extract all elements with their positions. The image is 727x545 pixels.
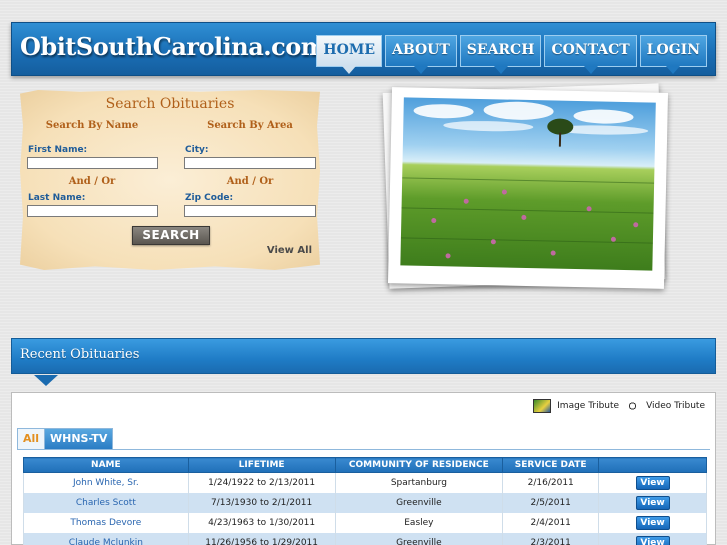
zip-code-input[interactable] [184, 205, 316, 217]
column-action [598, 457, 707, 473]
recent-obituaries-bar: Recent Obituaries [11, 338, 716, 386]
last-name-label: Last Name: [28, 193, 86, 203]
nav-home[interactable]: HOME [316, 35, 382, 74]
row-service-date: 2/3/2011 [502, 532, 600, 545]
video-tribute-icon [625, 399, 641, 413]
row-lifetime: 4/23/1963 to 1/30/2011 [187, 512, 336, 533]
search-panel: Search Obituaries Search By Name Search … [20, 90, 320, 270]
recent-obituaries-title: Recent Obituaries [20, 347, 140, 362]
row-name[interactable]: Charles Scott [23, 492, 189, 513]
search-title: Search Obituaries [105, 96, 235, 112]
row-service-date: 2/5/2011 [502, 492, 600, 513]
main-nav: HOME ABOUT SEARCH CONTACT LOGIN [316, 35, 707, 74]
featured-photo [387, 87, 669, 289]
first-name-input[interactable] [27, 157, 158, 169]
column-service-date: SERVICE DATE [502, 457, 600, 473]
video-tribute-label: Video Tribute [646, 401, 705, 411]
row-name[interactable]: John White, Sr. [23, 472, 189, 493]
view-all-link[interactable]: View All [267, 245, 312, 256]
table-row: John White, Sr. 1/24/1922 to 2/13/2011 S… [23, 472, 707, 493]
row-community: Greenville [334, 492, 504, 513]
column-lifetime: LIFETIME [187, 457, 336, 473]
row-community: Greenville [334, 532, 504, 545]
row-lifetime: 11/26/1956 to 1/29/2011 [187, 532, 336, 545]
row-name[interactable]: Thomas Devore [23, 512, 189, 533]
view-button[interactable]: View [635, 515, 670, 530]
row-service-date: 2/16/2011 [502, 472, 600, 493]
nav-contact[interactable]: CONTACT [544, 35, 637, 74]
tribute-legend: Image Tribute Video Tribute [533, 399, 705, 413]
view-button[interactable]: View [635, 535, 670, 545]
search-button[interactable]: SEARCH [132, 226, 210, 245]
row-action-cell: View [598, 512, 707, 533]
view-button[interactable]: View [635, 475, 670, 490]
row-action-cell: View [598, 492, 707, 513]
column-name: NAME [23, 457, 189, 473]
nav-about[interactable]: ABOUT [385, 35, 457, 74]
image-tribute-icon [533, 399, 552, 413]
obituary-table: NAME LIFETIME COMMUNITY OF RESIDENCE SER… [23, 457, 707, 545]
tab-divider [17, 449, 710, 450]
site-header: ObitSouthCarolina.com HOME ABOUT SEARCH … [11, 22, 716, 76]
row-lifetime: 1/24/1922 to 2/13/2011 [187, 472, 336, 493]
last-name-input[interactable] [27, 205, 158, 217]
row-name[interactable]: Claude Mclunkin [23, 532, 189, 545]
column-community: COMMUNITY OF RESIDENCE [334, 457, 504, 473]
row-service-date: 2/4/2011 [502, 512, 600, 533]
nav-login[interactable]: LOGIN [639, 35, 707, 74]
site-logo[interactable]: ObitSouthCarolina.com [20, 32, 326, 61]
search-by-name-heading: Search By Name [45, 120, 139, 131]
row-action-cell: View [598, 532, 707, 545]
tab-whns-tv[interactable]: WHNS-TV [44, 428, 114, 449]
meadow-image [400, 97, 656, 271]
city-label: City: [185, 145, 209, 155]
row-action-cell: View [598, 472, 707, 493]
view-button[interactable]: View [635, 495, 670, 510]
chevron-down-icon [34, 375, 58, 386]
table-row: Thomas Devore 4/23/1963 to 1/30/2011 Eas… [23, 512, 707, 533]
and-or-area: And / Or [226, 176, 274, 187]
row-lifetime: 7/13/1930 to 2/1/2011 [187, 492, 336, 513]
table-header-row: NAME LIFETIME COMMUNITY OF RESIDENCE SER… [23, 457, 707, 473]
obituary-panel: Image Tribute Video Tribute All WHNS-TV … [11, 392, 716, 545]
table-row: Claude Mclunkin 11/26/1956 to 1/29/2011 … [23, 532, 707, 545]
city-input[interactable] [184, 157, 316, 169]
search-by-area-heading: Search By Area [207, 120, 293, 131]
zip-code-label: Zip Code: [185, 193, 234, 203]
row-community: Easley [334, 512, 504, 533]
row-community: Spartanburg [334, 472, 504, 493]
nav-search[interactable]: SEARCH [459, 35, 542, 74]
image-tribute-label: Image Tribute [557, 401, 620, 411]
first-name-label: First Name: [28, 145, 88, 155]
tab-all[interactable]: All [17, 428, 46, 449]
and-or-name: And / Or [68, 176, 116, 187]
table-row: Charles Scott 7/13/1930 to 2/1/2011 Gree… [23, 492, 707, 513]
